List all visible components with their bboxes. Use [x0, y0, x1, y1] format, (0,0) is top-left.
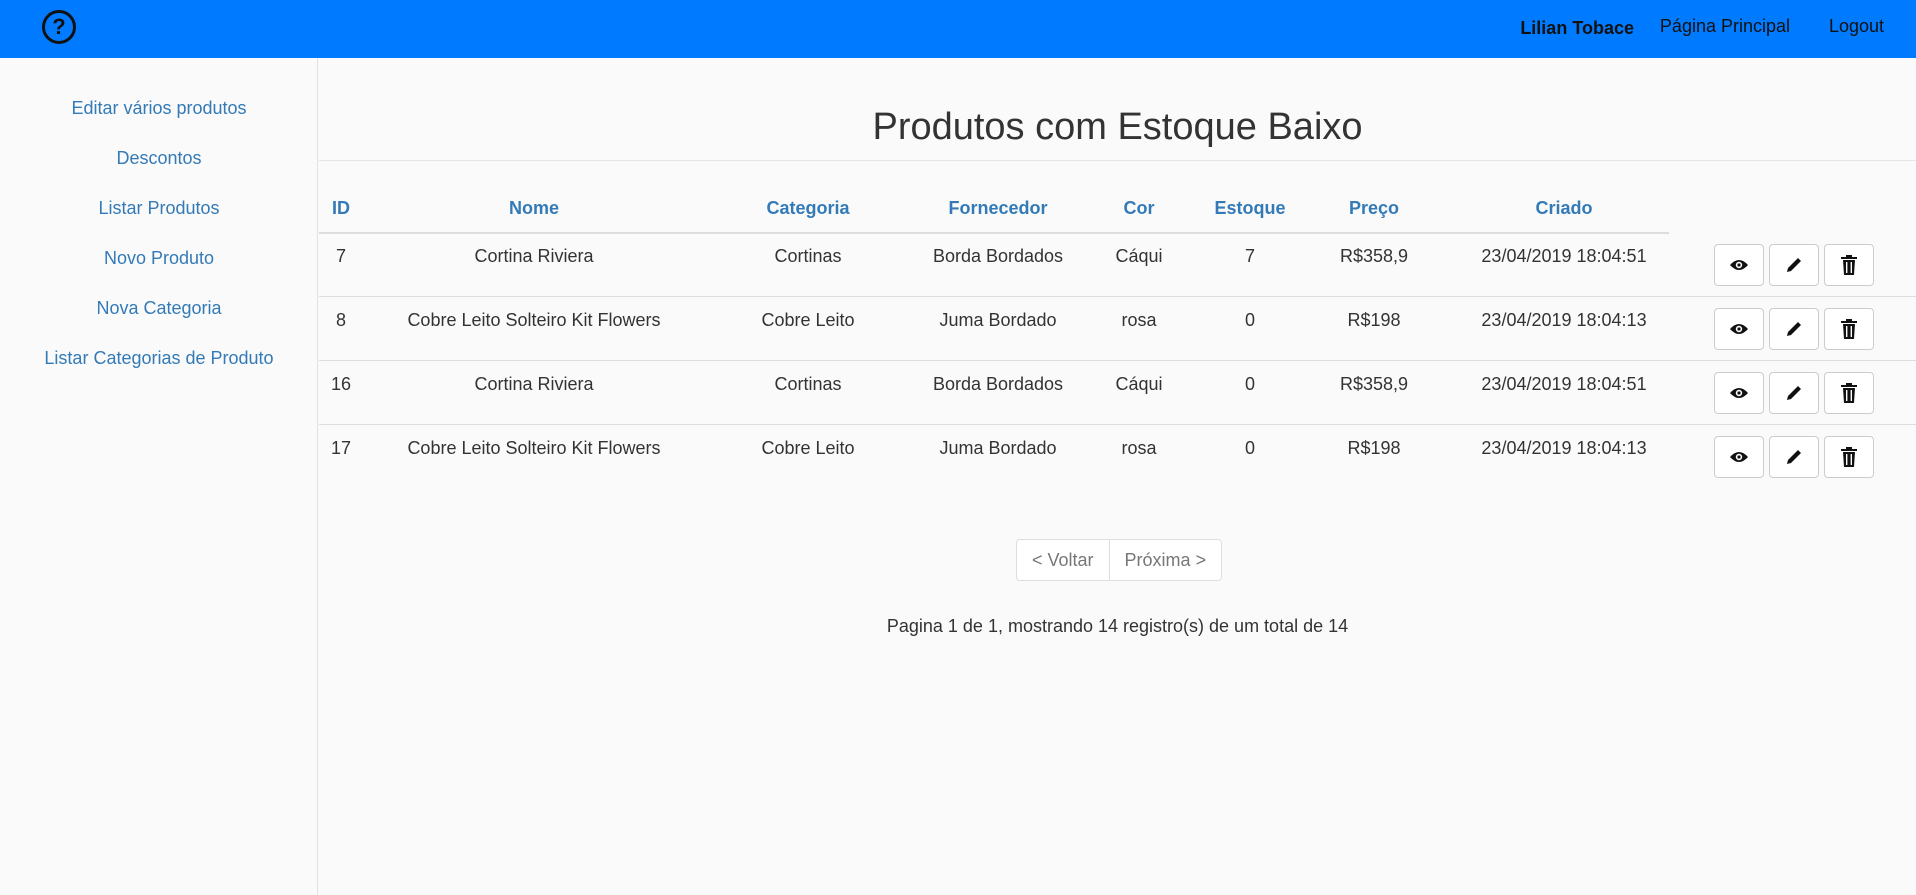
cell-nome: Cobre Leito Solteiro Kit Flowers [407, 310, 661, 330]
user-name: Lilian Tobace [1520, 18, 1634, 38]
column-header-nome[interactable]: Nome [379, 198, 689, 219]
row-divider [319, 424, 1916, 425]
next-page-button[interactable]: Próxima > [1108, 540, 1222, 580]
column-header-cor[interactable]: Cor [1099, 198, 1179, 219]
pencil-icon [1787, 450, 1801, 464]
cell-nome: Cortina Riviera [474, 374, 594, 394]
cell-preco: R$198 [1347, 310, 1401, 330]
pagination: < Voltar Próxima > [1016, 539, 1223, 581]
column-header-preco[interactable]: Preço [1309, 198, 1439, 219]
view-button[interactable] [1714, 436, 1764, 478]
pencil-icon [1787, 386, 1801, 400]
cell-cor: rosa [1121, 310, 1157, 330]
eye-icon [1730, 324, 1748, 334]
cell-estoque: 0 [1244, 374, 1255, 394]
cell-criado: 23/04/2019 18:04:13 [1481, 310, 1647, 330]
cell-estoque: 0 [1244, 438, 1255, 458]
edit-button[interactable] [1769, 436, 1819, 478]
edit-button[interactable] [1769, 244, 1819, 286]
cell-criado: 23/04/2019 18:04:13 [1481, 438, 1647, 458]
eye-icon [1730, 452, 1748, 462]
cell-cor: rosa [1121, 438, 1157, 458]
view-button[interactable] [1714, 308, 1764, 350]
top-navbar: ? Lilian Tobace Página Principal Logout [0, 0, 1916, 58]
title-divider [319, 160, 1916, 161]
pencil-icon [1787, 322, 1801, 336]
home-link[interactable]: Página Principal [1660, 16, 1790, 37]
edit-button[interactable] [1769, 372, 1819, 414]
trash-icon [1841, 255, 1857, 275]
question-circle-icon[interactable]: ? [42, 10, 76, 44]
table-header-divider [319, 232, 1669, 234]
cell-estoque: 0 [1244, 310, 1255, 330]
cell-id: 16 [330, 374, 352, 394]
sidebar-item-list-categories[interactable]: Listar Categorias de Produto [0, 348, 318, 369]
cell-categoria: Cortinas [774, 374, 842, 394]
cell-categoria: Cortinas [774, 246, 842, 266]
view-button[interactable] [1714, 244, 1764, 286]
cell-nome: Cobre Leito Solteiro Kit Flowers [407, 438, 661, 458]
row-divider [319, 296, 1916, 297]
sidebar-item-discounts[interactable]: Descontos [0, 148, 318, 169]
cell-estoque: 7 [1244, 246, 1255, 266]
sidebar: Editar vários produtos Descontos Listar … [0, 58, 318, 895]
prev-page-button[interactable]: < Voltar [1017, 540, 1109, 580]
trash-icon [1841, 319, 1857, 339]
eye-icon [1730, 388, 1748, 398]
cell-fornecedor: Juma Bordado [939, 310, 1057, 330]
cell-categoria: Cobre Leito [761, 438, 855, 458]
row-divider [319, 360, 1916, 361]
eye-icon [1730, 260, 1748, 270]
view-button[interactable] [1714, 372, 1764, 414]
cell-id: 7 [335, 246, 346, 266]
cell-preco: R$358,9 [1339, 246, 1409, 266]
logout-link[interactable]: Logout [1829, 16, 1884, 37]
cell-fornecedor: Juma Bordado [939, 438, 1057, 458]
delete-button[interactable] [1824, 244, 1874, 286]
cell-criado: 23/04/2019 18:04:51 [1481, 246, 1647, 266]
sidebar-item-new-product[interactable]: Novo Produto [0, 248, 318, 269]
cell-id: 17 [330, 438, 352, 458]
sidebar-item-new-category[interactable]: Nova Categoria [0, 298, 318, 319]
main-content: Produtos com Estoque Baixo ID Nome Categ… [319, 58, 1916, 895]
column-header-fornecedor[interactable]: Fornecedor [908, 198, 1088, 219]
edit-button[interactable] [1769, 308, 1819, 350]
delete-button[interactable] [1824, 436, 1874, 478]
pagination-info: Pagina 1 de 1, mostrando 14 registro(s) … [886, 616, 1349, 636]
sidebar-item-list-products[interactable]: Listar Produtos [0, 198, 318, 219]
sidebar-item-edit-products[interactable]: Editar vários produtos [0, 98, 318, 119]
column-header-criado[interactable]: Criado [1449, 198, 1679, 219]
cell-nome: Cortina Riviera [474, 246, 594, 266]
cell-criado: 23/04/2019 18:04:51 [1481, 374, 1647, 394]
pencil-icon [1787, 258, 1801, 272]
delete-button[interactable] [1824, 372, 1874, 414]
delete-button[interactable] [1824, 308, 1874, 350]
trash-icon [1841, 383, 1857, 403]
cell-preco: R$358,9 [1339, 374, 1409, 394]
trash-icon [1841, 447, 1857, 467]
page-title: Produtos com Estoque Baixo [872, 106, 1363, 148]
column-header-estoque[interactable]: Estoque [1195, 198, 1305, 219]
cell-cor: Cáqui [1115, 374, 1163, 394]
cell-cor: Cáqui [1115, 246, 1163, 266]
cell-id: 8 [335, 310, 346, 330]
cell-fornecedor: Borda Bordados [932, 374, 1064, 394]
column-header-categoria[interactable]: Categoria [733, 198, 883, 219]
column-header-id[interactable]: ID [319, 198, 363, 219]
cell-fornecedor: Borda Bordados [932, 246, 1064, 266]
cell-preco: R$198 [1347, 438, 1401, 458]
cell-categoria: Cobre Leito [761, 310, 855, 330]
